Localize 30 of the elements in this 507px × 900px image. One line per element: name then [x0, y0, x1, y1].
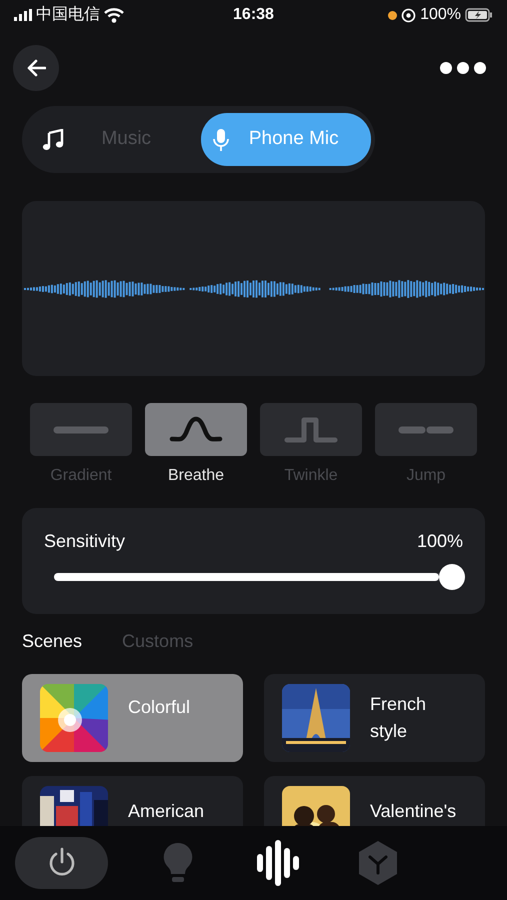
- indicator-dot-icon: [388, 10, 398, 20]
- music-note-icon: [42, 128, 64, 150]
- scene-tab[interactable]: Customs: [100, 624, 194, 659]
- back-arrow-icon: [26, 59, 46, 77]
- wifi-icon: [104, 8, 124, 22]
- scene-card[interactable]: Valentine's: [264, 776, 485, 826]
- slider-thumb[interactable]: [439, 564, 465, 590]
- line-icon: [53, 426, 109, 434]
- microphone-icon: [212, 128, 228, 152]
- rotation-lock-icon: [401, 8, 416, 22]
- pulse-icon: [283, 414, 339, 444]
- battery-percent: 100%: [420, 5, 461, 25]
- carrier-name: 中国电信: [36, 4, 100, 25]
- sensitivity-value: 100%: [416, 530, 463, 553]
- sound-wave-icon: [255, 840, 301, 886]
- scene-card[interactable]: Colorful: [22, 674, 243, 762]
- battery-icon: [465, 8, 493, 22]
- dashed-line-icon: [398, 426, 454, 434]
- cube-icon: [357, 840, 399, 886]
- signal-icon: [14, 9, 32, 21]
- clock-time: 16:38: [233, 6, 274, 23]
- mode-tab[interactable]: Phone Mic: [200, 113, 371, 166]
- bell-curve-icon: [168, 414, 224, 444]
- sensitivity-label: Sensitivity: [44, 530, 126, 553]
- scene-tab[interactable]: Scenes: [0, 624, 82, 659]
- power-button[interactable]: [15, 837, 108, 889]
- scene-card[interactable]: American: [22, 776, 243, 826]
- back-button[interactable]: [13, 45, 59, 91]
- scene-card[interactable]: French style: [264, 674, 485, 762]
- lightbulb-icon: [162, 841, 194, 885]
